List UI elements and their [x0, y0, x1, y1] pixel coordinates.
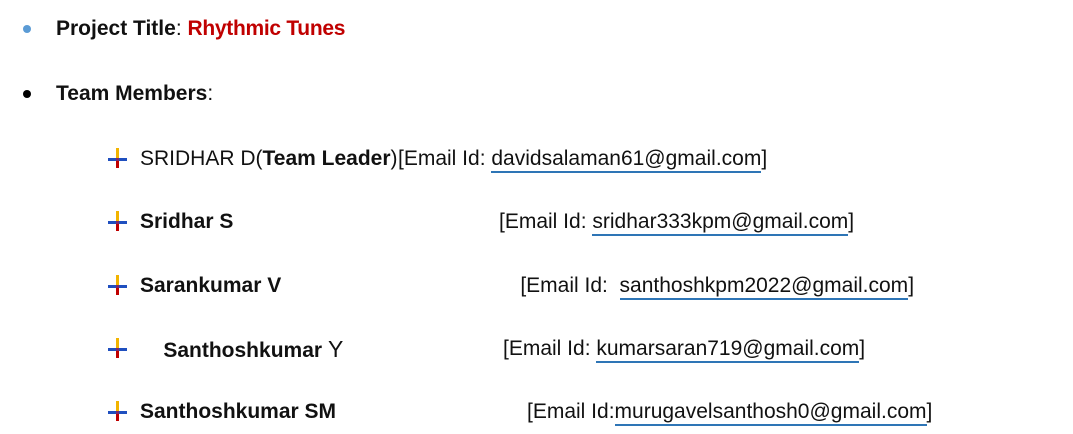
email-link[interactable]: sridhar333kpm@gmail.com: [592, 210, 849, 236]
pin-arrow-icon: [106, 147, 128, 169]
member-row: Sarankumar V [Email Id: santhoshkpm2022@…: [0, 270, 1073, 302]
email-link[interactable]: murugavelsanthosh0@gmail.com: [614, 400, 927, 426]
member-email: [Email Id: davidsalaman61@gmail.com]: [398, 147, 767, 173]
member-name: Sridhar S: [140, 210, 234, 233]
team-members-separator: :: [207, 82, 214, 105]
pin-arrow-icon: [106, 400, 128, 422]
member-row: SRIDHAR D(Team Leader) [Email Id: davids…: [0, 143, 1073, 175]
member-name: Santhoshkumar SM: [140, 400, 337, 423]
email-link[interactable]: kumarsaran719@gmail.com: [596, 337, 860, 363]
bullet-dot-icon: [23, 90, 31, 98]
pin-arrow-icon: [106, 337, 128, 359]
member-email: [Email Id: kumarsaran719@gmail.com]: [503, 337, 865, 363]
team-members-heading: Team Members :: [56, 78, 213, 110]
project-title-label: Project Title: [56, 17, 176, 40]
project-title-value: Rhythmic Tunes: [187, 17, 346, 40]
pin-arrow-icon: [106, 210, 128, 232]
member-row: Santhoshkumar Y [Email Id: kumarsaran719…: [0, 333, 1073, 365]
member-email: [Email Id: sridhar333kpm@gmail.com]: [499, 210, 854, 236]
member-email: [Email Id:murugavelsanthosh0@gmail.com]: [527, 400, 932, 426]
member-email: [Email Id: santhoshkpm2022@gmail.com]: [497, 250, 914, 322]
project-title-line: Project Title : Rhythmic Tunes: [56, 13, 345, 45]
member-name: SRIDHAR D(Team Leader): [140, 147, 398, 170]
email-link[interactable]: davidsalaman61@gmail.com: [491, 147, 762, 173]
team-leader-tag: Team Leader: [262, 147, 391, 170]
member-row: Sridhar S [Email Id: sridhar333kpm@gmail…: [0, 206, 1073, 238]
team-members-label: Team Members: [56, 82, 208, 105]
member-row: Santhoshkumar SM [Email Id:murugavelsant…: [0, 396, 1073, 428]
member-name: Santhoshkumar Y: [163, 335, 344, 362]
email-link[interactable]: santhoshkpm2022@gmail.com: [619, 274, 909, 300]
bullet-dot-icon: [23, 25, 31, 33]
member-name: Sarankumar V: [140, 274, 282, 297]
pin-arrow-icon: [106, 274, 128, 296]
